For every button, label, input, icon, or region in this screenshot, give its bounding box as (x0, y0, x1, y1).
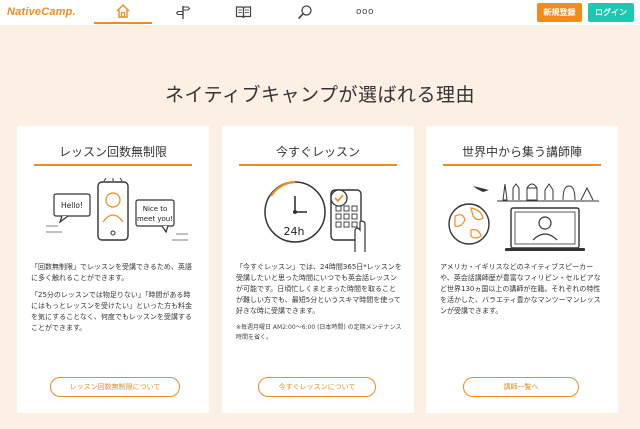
reason-card-instant-lesson: 今すぐレッスン 24h 「今すぐレッスン」では、24時間365日*レッスンを受講… (222, 126, 414, 413)
more-icon: ooo (355, 7, 375, 17)
card-paragraph: 「今すぐレッスン」では、24時間365日*レッスンを受講したいと思った時間にいつ… (236, 263, 402, 315)
nice-bubble-text-2: meet you! (137, 215, 173, 223)
card-title: レッスン回数無制限 (58, 145, 167, 159)
title-underline (34, 164, 192, 166)
clock-phone-illustration: 24h (264, 180, 366, 252)
clock-24h-label: 24h (284, 225, 305, 238)
unlimited-lessons-link-button[interactable]: レッスン回数無制限について (50, 377, 180, 397)
book-icon (235, 6, 251, 19)
tutor-list-link-button[interactable]: 講師一覧へ (463, 377, 579, 397)
title-underline (239, 164, 397, 166)
nice-bubble-text-1: Nice to (143, 205, 168, 213)
section-heading: ネイティブキャンプが選ばれる理由 (165, 84, 475, 106)
nav-textbooks[interactable] (214, 0, 272, 24)
home-icon (116, 4, 130, 18)
card-description: 「回数無制限」でレッスンを受講できるため、英語に多く触れることができます。 「2… (31, 262, 197, 340)
reason-card-unlimited: レッスン回数無制限 Hello! Nice to meet you! 「回数無制… (17, 126, 209, 413)
card-title: 今すぐレッスン (275, 145, 360, 159)
login-button[interactable]: ログイン (588, 3, 634, 22)
card-description: アメリカ・イギリスなどのネイティブスピーカーや、英会話講師歴が豊富なフィリピン・… (440, 262, 606, 323)
instant-lesson-link-button[interactable]: 今すぐレッスンについて (258, 377, 376, 397)
signup-button[interactable]: 新規登録 (537, 3, 582, 22)
search-icon (298, 5, 312, 19)
chat-illustration: Hello! Nice to meet you! (46, 178, 188, 241)
card-paragraph: 「25分のレッスンでは物足りない」「時間がある時にはもっとレッスンを受けたい」と… (31, 291, 192, 332)
nav-search[interactable] (276, 0, 334, 24)
nav-more[interactable]: ooo (336, 0, 394, 24)
world-tutors-illustration (448, 183, 599, 251)
title-underline (443, 164, 601, 166)
card-description: 「今すぐレッスン」では、24時間365日*レッスンを受講したいと思った時間にいつ… (236, 262, 402, 349)
nav-home[interactable] (94, 0, 152, 24)
card-paragraph: アメリカ・イギリスなどのネイティブスピーカーや、英会話講師歴が豊富なフィリピン・… (440, 263, 601, 315)
signpost-icon (175, 6, 191, 19)
reason-card-global-tutors: 世界中から集う講師陣 アメリカ・イギリスなどのネイティブスピーカーや、英会話講師… (426, 126, 618, 413)
nav-lessons[interactable] (154, 0, 212, 24)
site-logo[interactable]: NativeCamp. (7, 6, 76, 18)
card-paragraph: 「回数無制限」でレッスンを受講できるため、英語に多く触れることができます。 (31, 263, 192, 282)
hello-bubble-text: Hello! (61, 201, 83, 210)
card-title: 世界中から集う講師陣 (461, 145, 582, 159)
maintenance-note: ※毎週月曜日 AM2:00〜6:00 (日本時間) の定期メンテナンス時間を省く… (236, 324, 402, 341)
top-navigation-bar: NativeCamp. ooo 新規登録 ログイン (0, 0, 640, 26)
